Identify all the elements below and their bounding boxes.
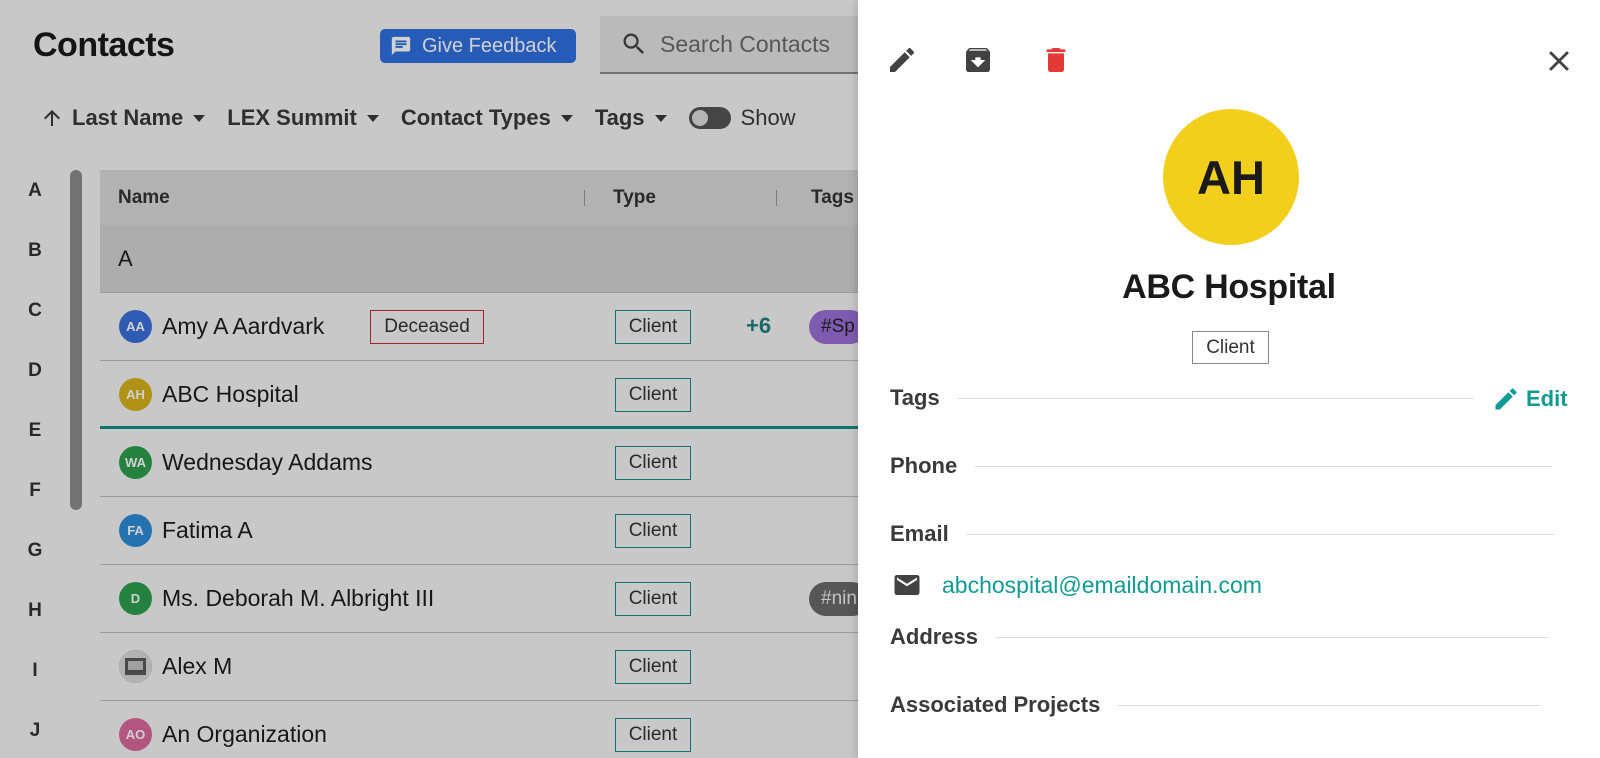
divider: [1118, 704, 1542, 706]
divider: [996, 636, 1550, 638]
email-link[interactable]: abchospital@emaildomain.com: [942, 572, 1262, 599]
divider: [975, 465, 1553, 467]
section-label: Phone: [890, 453, 958, 478]
section-label: Associated Projects: [890, 692, 1101, 717]
email-section: Email: [890, 521, 1554, 547]
trash-icon[interactable]: [1040, 44, 1072, 76]
contact-detail-panel: AH ABC Hospital Client Tags Edit Phone E…: [858, 0, 1600, 758]
email-row: abchospital@emaildomain.com: [892, 570, 1262, 600]
avatar: AH: [1163, 109, 1299, 245]
phone-section: Phone: [890, 453, 1553, 479]
edit-tags-button[interactable]: Edit: [1492, 385, 1568, 413]
close-icon[interactable]: [1542, 44, 1576, 78]
section-label: Tags: [890, 385, 940, 410]
address-section: Address: [890, 624, 1550, 650]
mail-icon: [894, 575, 920, 595]
tags-section: Tags: [890, 385, 1473, 411]
divider: [957, 397, 1473, 399]
associated-projects-section: Associated Projects: [890, 692, 1542, 718]
archive-icon[interactable]: [962, 44, 994, 76]
divider: [966, 533, 1554, 535]
contact-name: ABC Hospital: [1122, 268, 1336, 306]
contact-type-badge: Client: [1192, 331, 1269, 364]
section-label: Email: [890, 521, 949, 546]
modal-backdrop[interactable]: [0, 0, 860, 758]
edit-label: Edit: [1526, 386, 1568, 411]
pencil-icon[interactable]: [886, 44, 918, 76]
pencil-icon: [1495, 388, 1517, 410]
section-label: Address: [890, 624, 979, 649]
